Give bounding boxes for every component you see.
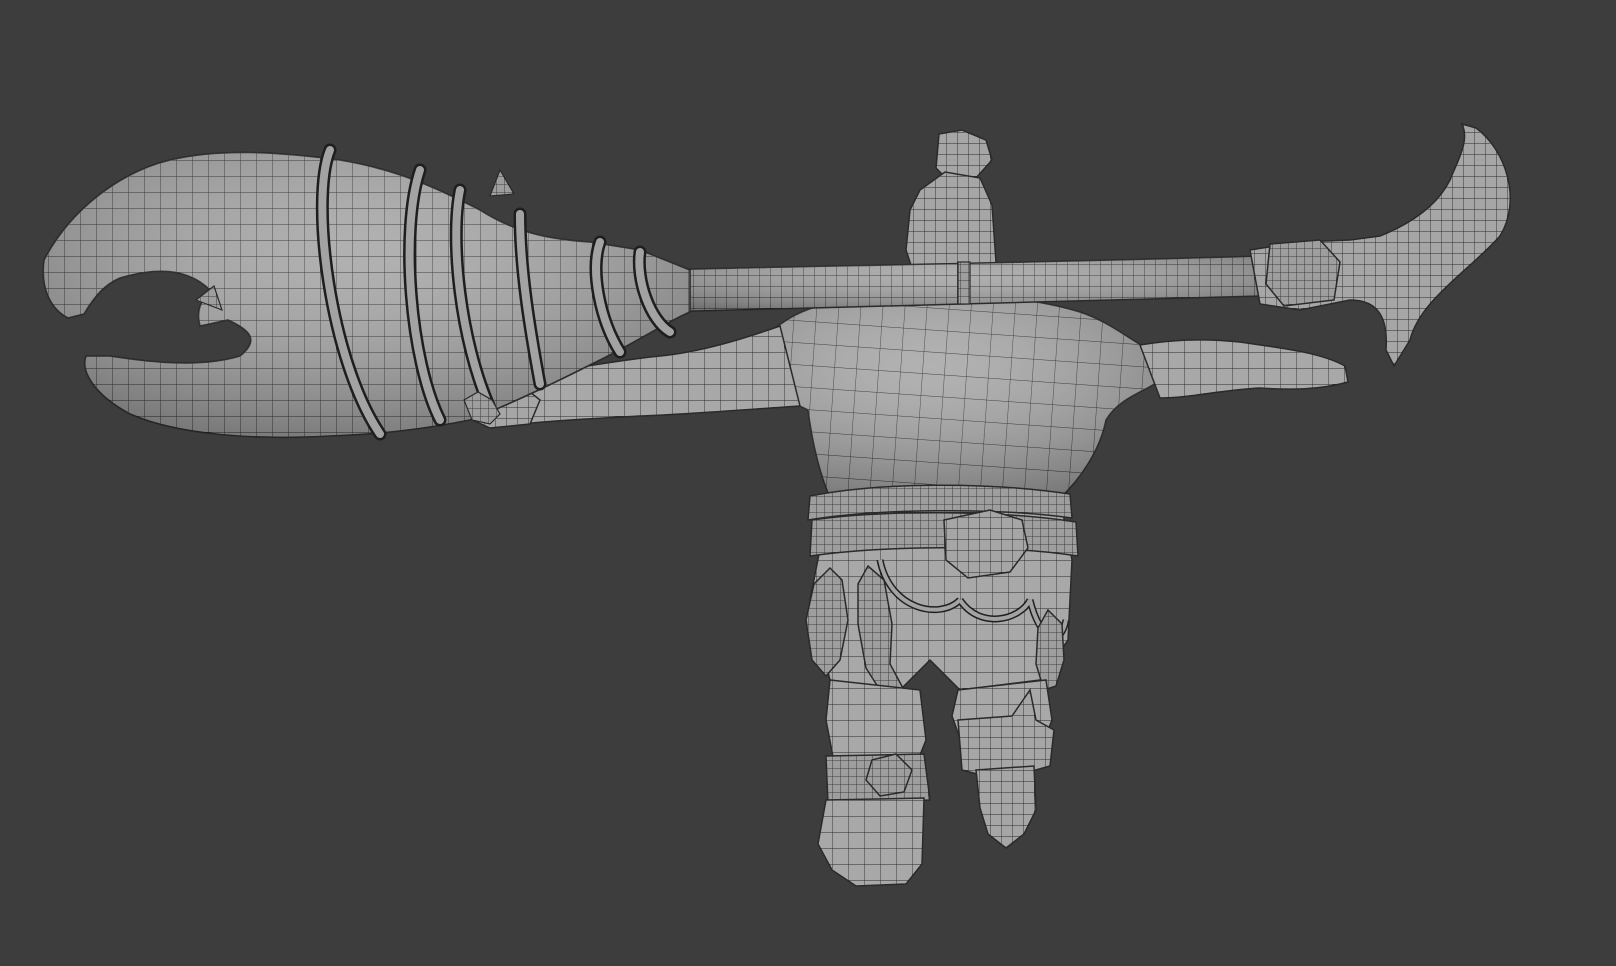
left-boot[interactable] bbox=[817, 797, 925, 887]
claw-spike-top bbox=[489, 168, 515, 197]
viewport-scene[interactable] bbox=[0, 0, 1616, 966]
shaft-joint bbox=[957, 261, 971, 305]
peg-stump[interactable] bbox=[975, 765, 1037, 849]
left-thigh[interactable] bbox=[825, 679, 927, 763]
peg-leg[interactable] bbox=[951, 679, 1055, 849]
right-arm[interactable] bbox=[1138, 339, 1349, 399]
left-leg[interactable] bbox=[817, 679, 931, 887]
hook-collar bbox=[1265, 239, 1341, 307]
3d-viewport[interactable] bbox=[0, 0, 1616, 966]
